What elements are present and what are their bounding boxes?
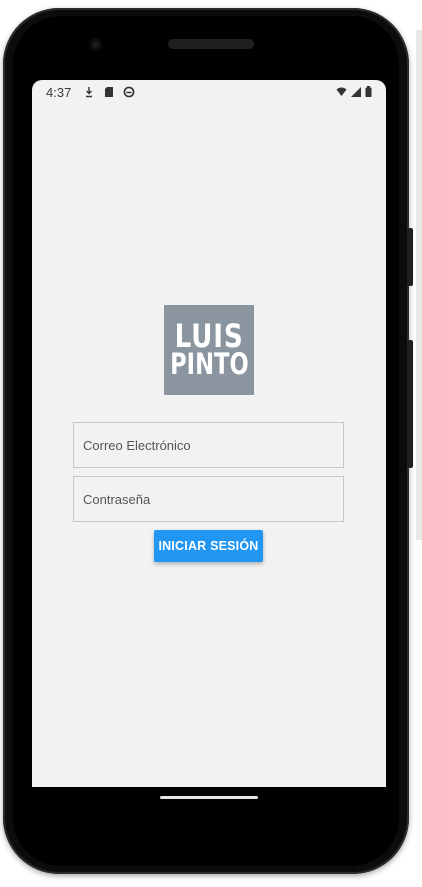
status-bar: 4:37 — [32, 80, 386, 104]
password-field[interactable] — [73, 476, 344, 522]
brand-logo: LUIS PINTO — [164, 305, 254, 395]
volume-button — [407, 340, 413, 468]
email-field[interactable] — [73, 422, 344, 468]
download-icon — [83, 86, 95, 98]
email-input[interactable] — [83, 437, 334, 453]
app-screen: 4:37 LUIS PINTO INICIAR S — [32, 80, 386, 787]
battery-icon — [365, 85, 372, 100]
status-time: 4:37 — [46, 84, 72, 100]
power-button — [407, 228, 413, 286]
wifi-icon — [336, 85, 347, 100]
adjacent-window-edge — [416, 30, 422, 540]
front-camera — [89, 38, 102, 51]
sync-icon — [123, 86, 135, 98]
sd-card-icon — [103, 86, 115, 98]
password-input[interactable] — [83, 491, 334, 507]
login-button[interactable]: INICIAR SESIÓN — [154, 530, 263, 562]
home-gesture-bar[interactable] — [160, 796, 258, 799]
status-icons-right — [336, 85, 372, 100]
logo-line-2: PINTO — [169, 347, 249, 382]
earpiece-speaker — [168, 39, 254, 49]
cell-signal-icon — [351, 85, 361, 100]
